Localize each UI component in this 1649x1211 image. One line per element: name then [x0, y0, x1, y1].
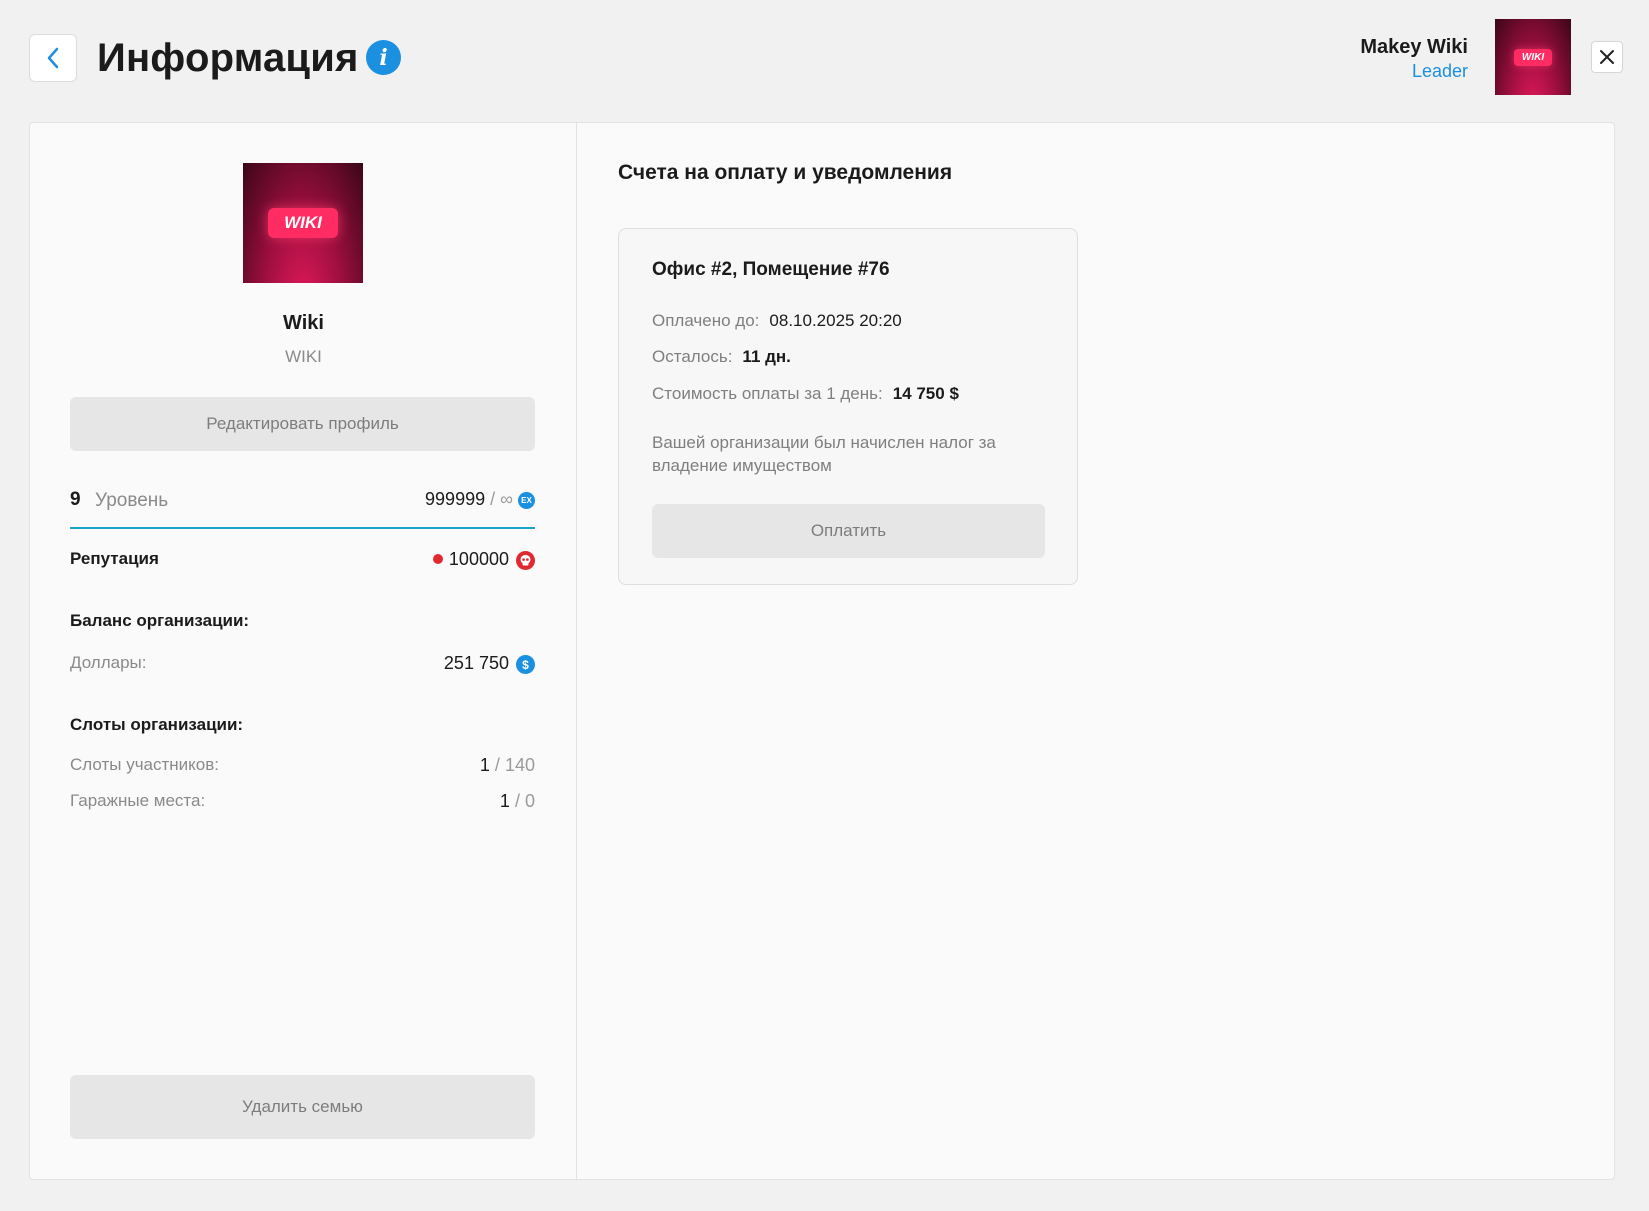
- garage-value: 1 / 0: [500, 791, 535, 812]
- member-slots-value: 1 / 140: [480, 755, 535, 776]
- bill-title: Офис #2, Помещение #76: [652, 259, 890, 280]
- level-experience: 999999 / ∞: [425, 489, 513, 510]
- dollars-label: Доллары:: [70, 653, 147, 672]
- reputation-label: Репутация: [70, 549, 159, 568]
- pay-button[interactable]: Оплатить: [652, 504, 1045, 558]
- page-title: Информация: [97, 36, 359, 80]
- cost-value: 14 750 $: [892, 384, 959, 403]
- remaining-value: 11 дн.: [742, 347, 791, 366]
- dollars-row: Доллары: 251 750 $: [70, 653, 535, 677]
- organization-name: Wiki: [283, 312, 324, 334]
- garage-total: 0: [524, 791, 535, 811]
- chevron-left-icon: [47, 47, 59, 69]
- paid-until-line: Оплачено до: 08.10.2025 20:20: [652, 311, 902, 331]
- slots-heading-row: Слоты организации:: [70, 715, 535, 739]
- organization-logo: WIKI: [243, 163, 363, 283]
- remaining-line: Осталось: 11 дн.: [652, 347, 791, 367]
- reputation-value-wrap: 100000: [432, 549, 509, 570]
- experience-icon: EX: [518, 492, 535, 509]
- info-icon[interactable]: i: [366, 40, 401, 75]
- remaining-label: Осталось:: [652, 347, 733, 366]
- member-slots-row: Слоты участников: 1 / 140: [70, 755, 535, 779]
- member-slots-used: 1: [479, 755, 490, 775]
- avatar-logo-badge: WIKI: [1513, 48, 1553, 66]
- garage-separator: /: [514, 791, 520, 811]
- skull-glyph-icon: [520, 554, 531, 566]
- dollar-icon: $: [516, 655, 535, 674]
- skull-icon: [516, 551, 535, 570]
- organization-logo-badge: WIKI: [268, 208, 338, 238]
- current-user: Makey Wiki Leader: [1360, 34, 1468, 82]
- info-card: WIKI Wiki WIKI Редактировать профиль 9 У…: [29, 122, 1615, 1180]
- member-slots-label: Слоты участников:: [70, 755, 220, 774]
- user-role: Leader: [1411, 61, 1468, 81]
- garage-label: Гаражные места:: [70, 791, 206, 810]
- slots-heading: Слоты организации:: [70, 715, 244, 734]
- cost-label: Стоимость оплаты за 1 день:: [652, 384, 883, 403]
- bills-title: Счета на оплату и уведомления: [618, 161, 953, 184]
- bills-panel: Счета на оплату и уведомления Офис #2, П…: [578, 123, 1614, 1179]
- back-button[interactable]: [29, 34, 77, 82]
- close-button[interactable]: [1591, 41, 1623, 73]
- organization-panel: WIKI Wiki WIKI Редактировать профиль 9 У…: [30, 123, 577, 1179]
- level-exp-max: ∞: [500, 489, 513, 509]
- dollars-value: 251 750: [443, 653, 509, 673]
- paid-until-value: 08.10.2025 20:20: [769, 311, 902, 330]
- user-avatar: WIKI: [1495, 19, 1571, 95]
- edit-profile-button[interactable]: Редактировать профиль: [70, 397, 535, 451]
- member-slots-separator: /: [494, 755, 500, 775]
- balance-heading: Баланс организации:: [70, 611, 250, 630]
- delete-family-button[interactable]: Удалить семью: [70, 1075, 535, 1139]
- garage-row: Гаражные места: 1 / 0: [70, 791, 535, 815]
- user-name: Makey Wiki: [1360, 36, 1468, 58]
- balance-heading-row: Баланс организации:: [70, 611, 535, 635]
- close-icon: [1600, 50, 1614, 64]
- cost-line: Стоимость оплаты за 1 день: 14 750 $: [652, 384, 959, 404]
- organization-tag: WIKI: [285, 347, 322, 366]
- member-slots-total: 140: [504, 755, 535, 775]
- level-exp-separator: /: [490, 489, 496, 509]
- paid-until-label: Оплачено до:: [652, 311, 760, 330]
- reputation-value: 100000: [448, 549, 509, 569]
- bill-note: Вашей организации был начислен налог за …: [652, 433, 996, 475]
- level-row: 9 Уровень 999999 / ∞ EX: [70, 481, 535, 529]
- reputation-dot-icon: [432, 554, 443, 564]
- bill-card: Офис #2, Помещение #76 Оплачено до: 08.10…: [618, 228, 1078, 585]
- reputation-row: Репутация 100000: [70, 549, 535, 573]
- level-label: Уровень: [95, 490, 169, 511]
- level-number: 9: [70, 489, 81, 510]
- garage-used: 1: [499, 791, 510, 811]
- level-exp-value: 999999: [425, 489, 486, 509]
- app-window: Информация i Makey Wiki Leader WIKI WIKI…: [0, 0, 1649, 1211]
